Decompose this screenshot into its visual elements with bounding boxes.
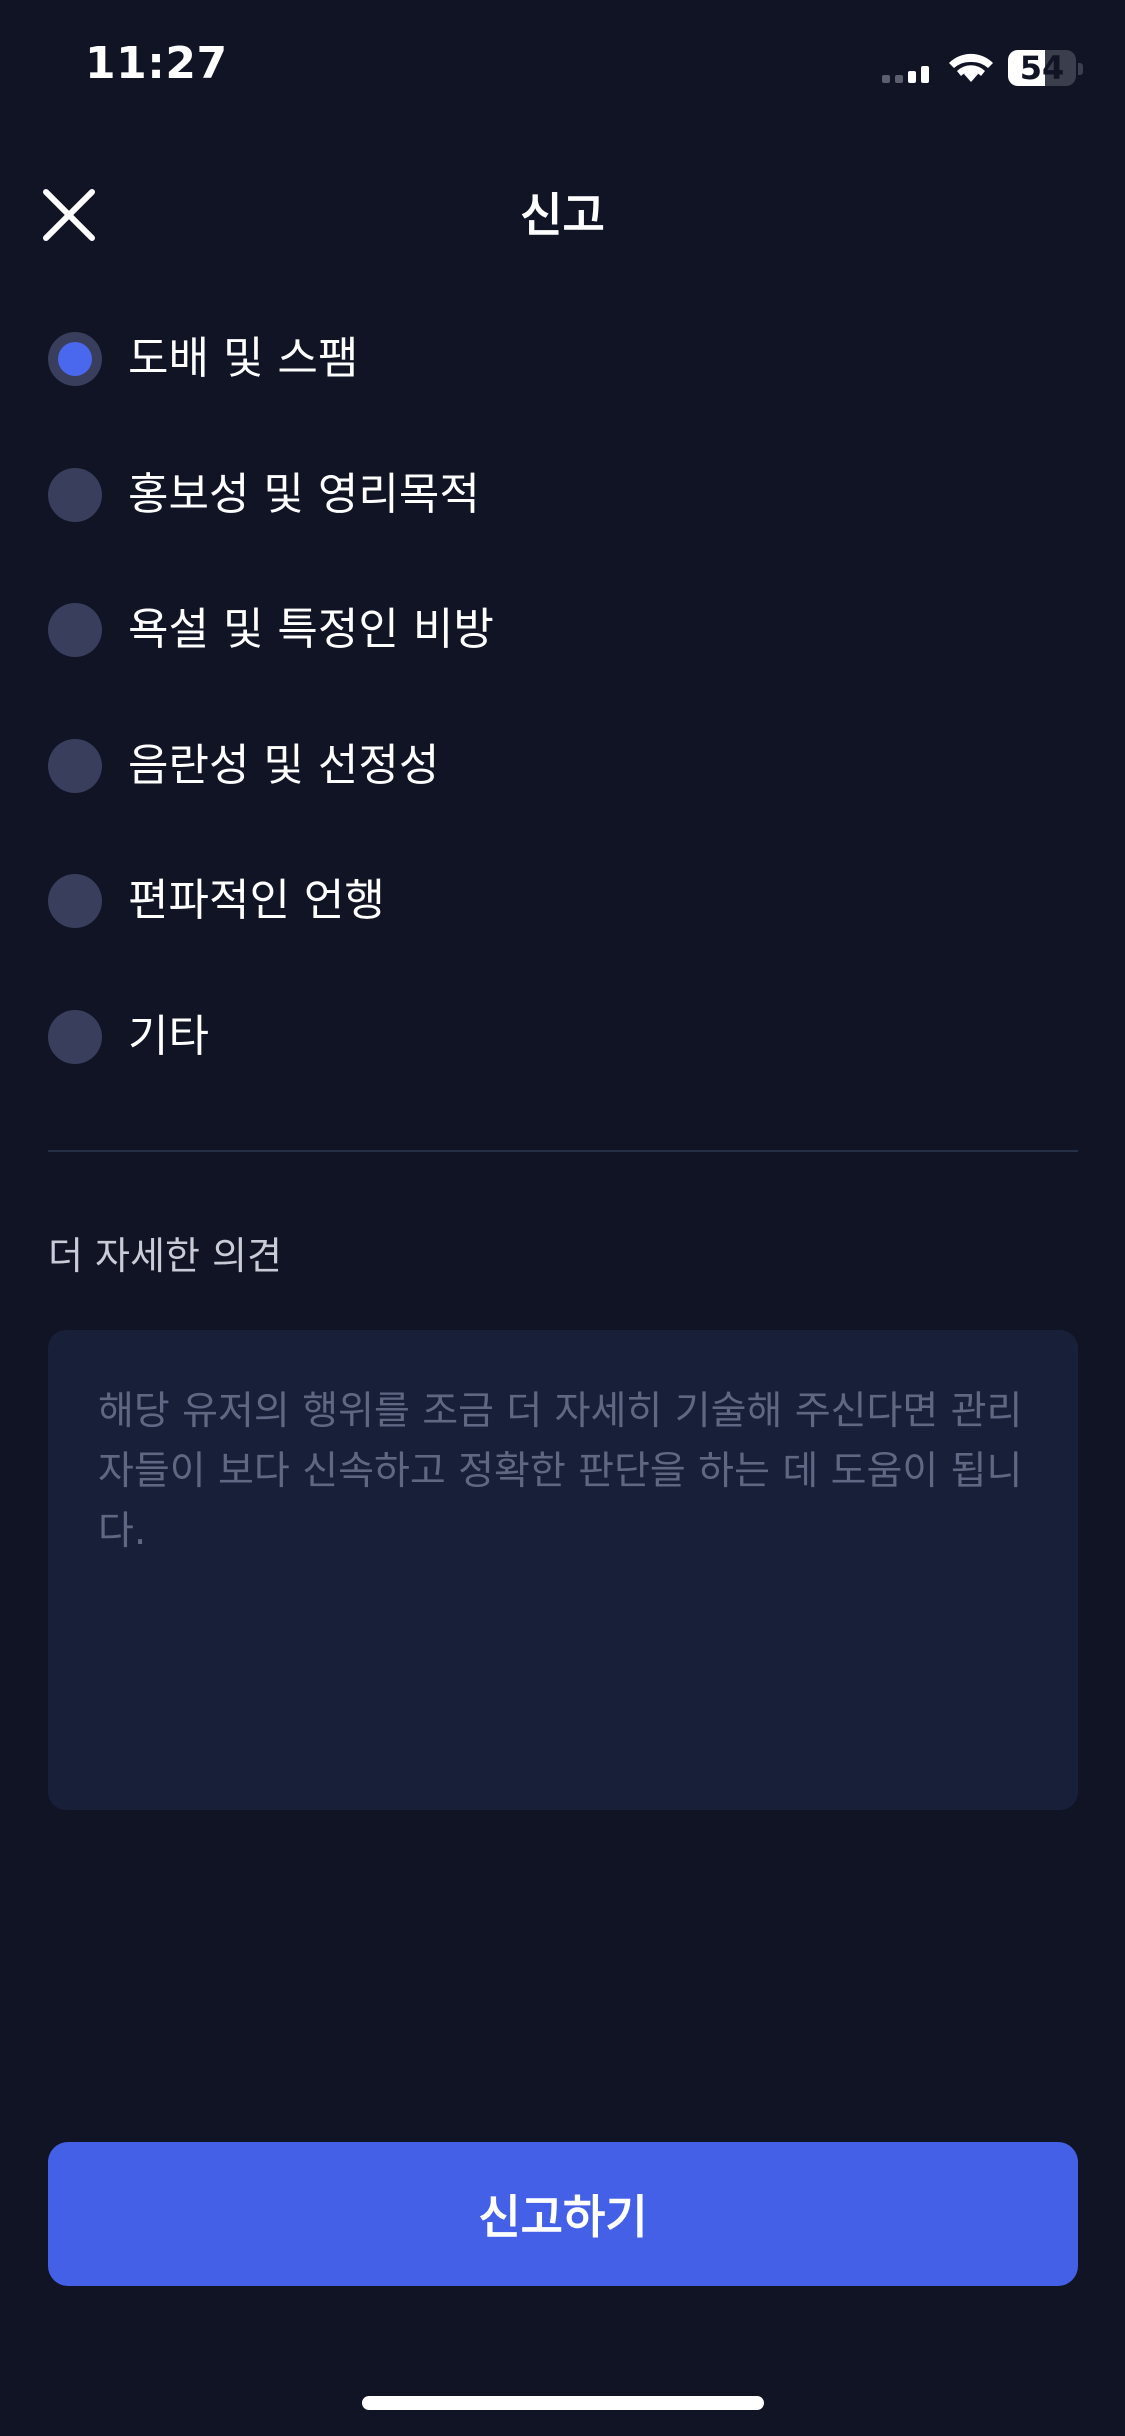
details-placeholder: 해당 유저의 행위를 조금 더 자세히 기술해 주신다면 관리자들이 보다 신속… (98, 1389, 1023, 1554)
wifi-icon (949, 53, 993, 82)
radio-button[interactable] (48, 332, 102, 386)
home-indicator (362, 2396, 764, 2410)
radio-option-label: 기타 (128, 1010, 209, 1062)
submit-report-button[interactable]: 신고하기 (48, 2142, 1078, 2286)
divider (48, 1150, 1078, 1152)
radio-button[interactable] (48, 738, 102, 793)
report-reason-list: 도배 및 스팸 홍보성 및 영리목적 욕설 및 특정인 비방 음란성 및 선정성… (48, 330, 1078, 1143)
radio-option-spam[interactable]: 도배 및 스팸 (48, 330, 1078, 466)
details-label: 더 자세한 의견 (48, 1234, 282, 1278)
signal-bar (895, 75, 903, 83)
battery-level: 54 (1019, 50, 1065, 86)
radio-option-label: 도배 및 스팸 (128, 333, 359, 384)
radio-option-abuse[interactable]: 욕설 및 특정인 비방 (48, 601, 1078, 737)
radio-option-promotion[interactable]: 홍보성 및 영리목적 (48, 466, 1078, 602)
battery-tip (1078, 63, 1083, 75)
page-title: 신고 (520, 188, 605, 242)
radio-option-label: 홍보성 및 영리목적 (128, 468, 480, 520)
radio-option-obscene[interactable]: 음란성 및 선정성 (48, 737, 1078, 873)
radio-option-label: 욕설 및 특정인 비방 (128, 604, 494, 655)
signal-bar (882, 75, 890, 83)
radio-button[interactable] (48, 603, 102, 657)
close-icon (43, 189, 95, 241)
radio-option-biased[interactable]: 편파적인 언행 (48, 872, 1078, 1008)
status-time: 11:27 (85, 38, 228, 89)
radio-button[interactable] (48, 1009, 102, 1064)
signal-bar (908, 71, 916, 83)
cellular-signal-icon (882, 66, 929, 83)
radio-option-label: 편파적인 언행 (128, 875, 385, 926)
details-textarea[interactable]: 해당 유저의 행위를 조금 더 자세히 기술해 주신다면 관리자들이 보다 신속… (48, 1330, 1078, 1810)
close-button[interactable] (40, 186, 98, 244)
radio-selected-dot (58, 342, 92, 376)
radio-button[interactable] (48, 874, 102, 928)
radio-button[interactable] (48, 467, 102, 522)
radio-option-label: 음란성 및 선정성 (128, 739, 440, 791)
battery-icon: 54 (1008, 50, 1076, 86)
signal-bar (921, 66, 929, 83)
radio-option-other[interactable]: 기타 (48, 1008, 1078, 1144)
